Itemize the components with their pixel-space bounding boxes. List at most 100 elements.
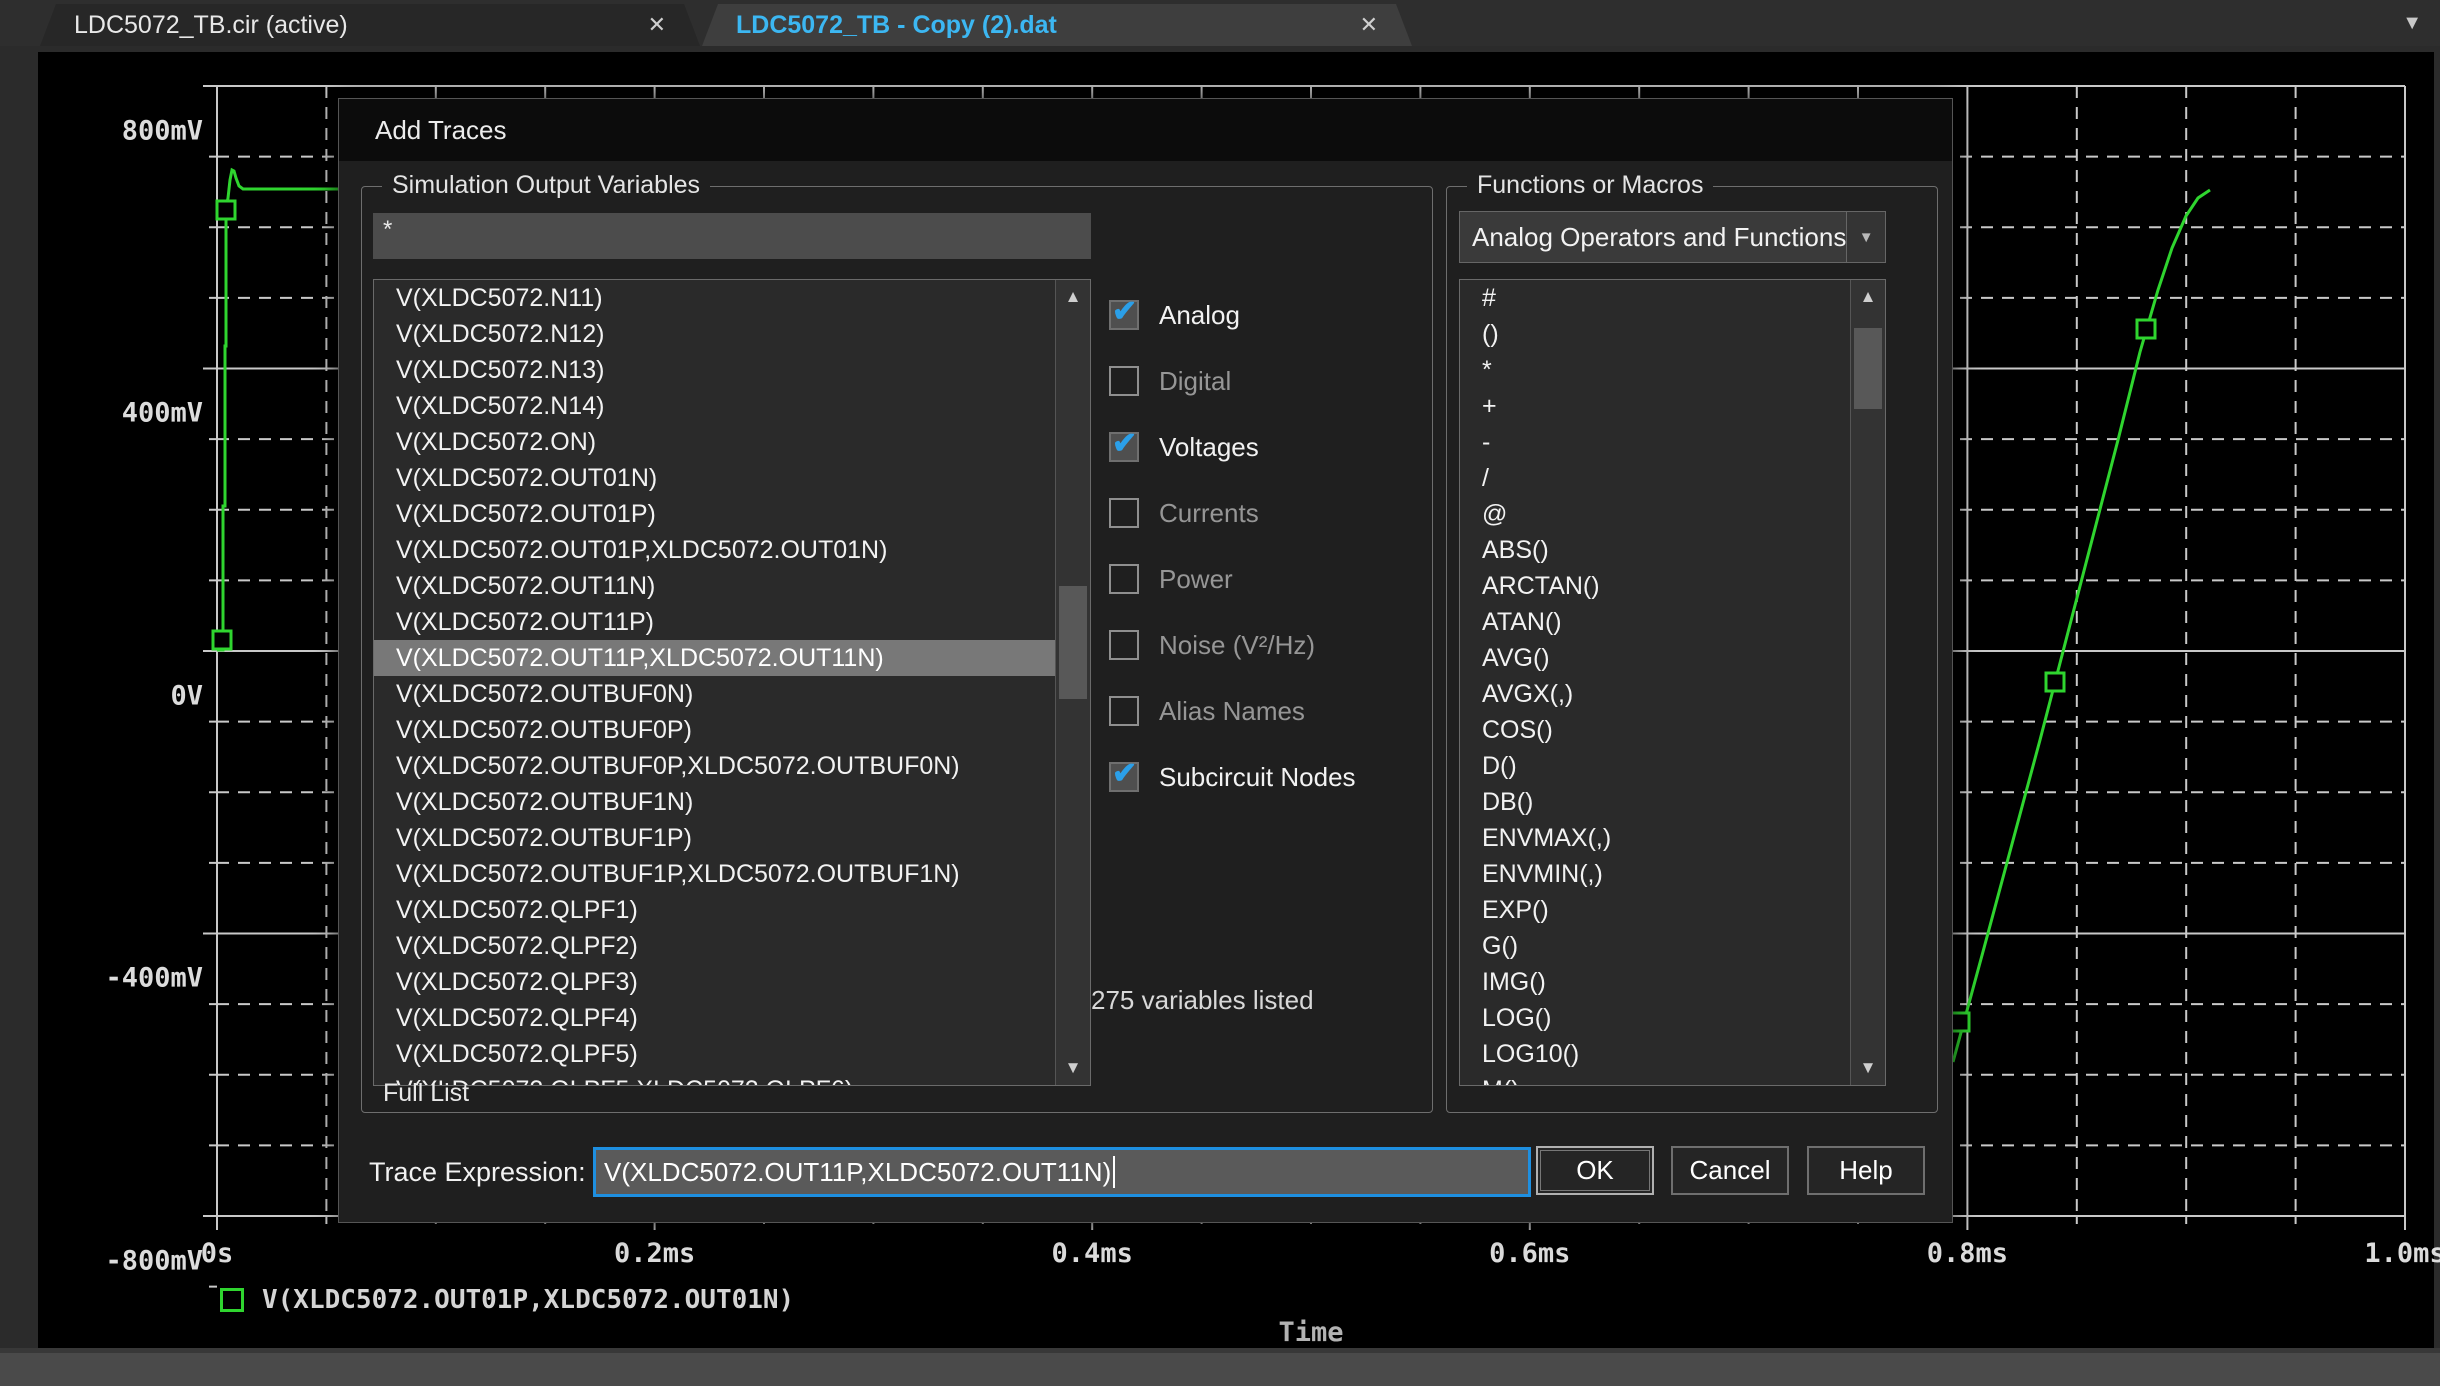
function-item[interactable]: ENVMAX(,) — [1460, 820, 1851, 856]
x-axis-title: Time — [1278, 1317, 1343, 1348]
scroll-thumb[interactable] — [1059, 586, 1087, 699]
function-item[interactable]: G() — [1460, 928, 1851, 964]
variable-item[interactable]: V(XLDC5072.QLPF5) — [374, 1036, 1056, 1072]
y-tick-label: 400mV — [122, 397, 203, 428]
variable-filter-input[interactable]: * — [373, 213, 1091, 259]
checkbox-icon[interactable]: ✔ — [1109, 630, 1139, 660]
ok-button[interactable]: OK — [1536, 1146, 1654, 1195]
checkbox-row[interactable]: ✔ Currents — [1109, 496, 1439, 530]
function-item[interactable]: COS() — [1460, 712, 1851, 748]
function-category-dropdown[interactable]: Analog Operators and Functions ▼ — [1459, 211, 1886, 263]
function-item[interactable]: ABS() — [1460, 532, 1851, 568]
function-item[interactable]: LOG() — [1460, 1000, 1851, 1036]
checkbox-row[interactable]: ✔ Analog — [1109, 298, 1439, 332]
chevron-down-icon[interactable]: ▼ — [1846, 212, 1885, 262]
variable-item[interactable]: V(XLDC5072.OUTBUF1P) — [374, 820, 1056, 856]
tab-cir-file[interactable]: LDC5072_TB.cir (active) ✕ — [40, 4, 700, 46]
variable-item[interactable]: V(XLDC5072.ON) — [374, 424, 1056, 460]
scroll-down-icon[interactable]: ▼ — [1056, 1051, 1090, 1085]
function-item[interactable]: @ — [1460, 496, 1851, 532]
checkmark-icon: ✔ — [1112, 756, 1137, 791]
function-item[interactable]: * — [1460, 352, 1851, 388]
function-item[interactable]: M() — [1460, 1072, 1851, 1085]
variable-item[interactable]: V(XLDC5072.QLPF4) — [374, 1000, 1056, 1036]
variables-scrollbar[interactable]: ▲ ▼ — [1055, 280, 1090, 1085]
y-tick-label: 0V — [170, 680, 203, 711]
variable-item[interactable]: V(XLDC5072.OUT01P) — [374, 496, 1056, 532]
trace-expression-input[interactable]: V(XLDC5072.OUT11P,XLDC5072.OUT11N) — [593, 1147, 1531, 1197]
variable-item[interactable]: V(XLDC5072.QLPF3) — [374, 964, 1056, 1000]
close-icon[interactable]: ✕ — [1360, 12, 1378, 38]
function-item[interactable]: LOG10() — [1460, 1036, 1851, 1072]
close-icon[interactable]: ✕ — [648, 12, 666, 38]
function-item[interactable]: AVG() — [1460, 640, 1851, 676]
variable-item[interactable]: V(XLDC5072.N12) — [374, 316, 1056, 352]
functions-scrollbar[interactable]: ▲ ▼ — [1850, 280, 1885, 1085]
function-item[interactable]: # — [1460, 280, 1851, 316]
x-tick-label: 0.8ms — [1927, 1238, 2008, 1269]
tab-dat-label: LDC5072_TB - Copy (2).dat — [736, 11, 1057, 40]
checkbox-label: Voltages — [1159, 432, 1259, 463]
checkbox-icon[interactable]: ✔ — [1109, 696, 1139, 726]
function-item[interactable]: EXP() — [1460, 892, 1851, 928]
x-tick-label: 0.6ms — [1489, 1238, 1570, 1269]
checkbox-icon[interactable]: ✔ — [1109, 432, 1139, 462]
variable-item[interactable]: V(XLDC5072.QLPF5,XLDC5072.QLPF6) — [374, 1072, 1056, 1085]
text-caret — [1113, 1156, 1115, 1188]
function-item[interactable]: - — [1460, 424, 1851, 460]
checkbox-icon[interactable]: ✔ — [1109, 300, 1139, 330]
variable-item[interactable]: V(XLDC5072.N13) — [374, 352, 1056, 388]
variable-item[interactable]: V(XLDC5072.OUT11N) — [374, 568, 1056, 604]
help-button[interactable]: Help — [1807, 1146, 1925, 1195]
function-item[interactable]: ARCTAN() — [1460, 568, 1851, 604]
variable-item[interactable]: V(XLDC5072.OUTBUF0P) — [374, 712, 1056, 748]
checkbox-icon[interactable]: ✔ — [1109, 498, 1139, 528]
function-item[interactable]: AVGX(,) — [1460, 676, 1851, 712]
legend-label: V(XLDC5072.OUT01P,XLDC5072.OUT01N) — [262, 1285, 794, 1315]
variable-item[interactable]: V(XLDC5072.OUT11P,XLDC5072.OUT11N) — [374, 640, 1056, 676]
cancel-button[interactable]: Cancel — [1671, 1146, 1789, 1195]
variable-item[interactable]: V(XLDC5072.QLPF2) — [374, 928, 1056, 964]
function-item[interactable]: IMG() — [1460, 964, 1851, 1000]
add-traces-dialog: Add Traces Simulation Output Variables F… — [338, 98, 1953, 1223]
dialog-title[interactable]: Add Traces — [339, 99, 1952, 161]
variable-item[interactable]: V(XLDC5072.N14) — [374, 388, 1056, 424]
function-item[interactable]: ATAN() — [1460, 604, 1851, 640]
function-item[interactable]: DB() — [1460, 784, 1851, 820]
trace-expression-label: Trace Expression: — [369, 1147, 586, 1197]
variable-item[interactable]: V(XLDC5072.OUT01N) — [374, 460, 1056, 496]
full-list-label[interactable]: Full List — [383, 1079, 469, 1108]
y-tick-label: -800mV — [105, 1245, 203, 1276]
scroll-down-icon[interactable]: ▼ — [1851, 1051, 1885, 1085]
function-item[interactable]: D() — [1460, 748, 1851, 784]
checkbox-icon[interactable]: ✔ — [1109, 564, 1139, 594]
checkbox-row[interactable]: ✔ Voltages — [1109, 430, 1439, 464]
scroll-up-icon[interactable]: ▲ — [1056, 280, 1090, 314]
checkbox-row[interactable]: ✔ Digital — [1109, 364, 1439, 398]
checkbox-icon[interactable]: ✔ — [1109, 762, 1139, 792]
checkbox-row[interactable]: ✔ Alias Names — [1109, 694, 1439, 728]
function-item[interactable]: + — [1460, 388, 1851, 424]
variable-item[interactable]: V(XLDC5072.OUT11P) — [374, 604, 1056, 640]
variable-item[interactable]: V(XLDC5072.N11) — [374, 280, 1056, 316]
variable-item[interactable]: V(XLDC5072.OUTBUF1N) — [374, 784, 1056, 820]
variable-item[interactable]: V(XLDC5072.OUTBUF0P,XLDC5072.OUTBUF0N) — [374, 748, 1056, 784]
scroll-up-icon[interactable]: ▲ — [1851, 280, 1885, 314]
variable-item[interactable]: V(XLDC5072.OUTBUF1P,XLDC5072.OUTBUF1N) — [374, 856, 1056, 892]
function-item[interactable]: () — [1460, 316, 1851, 352]
checkbox-label: Currents — [1159, 498, 1259, 529]
function-item[interactable]: ENVMIN(,) — [1460, 856, 1851, 892]
checkbox-icon[interactable]: ✔ — [1109, 366, 1139, 396]
tab-overflow-icon[interactable]: ▼ — [2402, 12, 2422, 35]
function-item[interactable]: / — [1460, 460, 1851, 496]
checkbox-row[interactable]: ✔ Noise (V²/Hz) — [1109, 628, 1439, 662]
variable-item[interactable]: V(XLDC5072.OUTBUF0N) — [374, 676, 1056, 712]
checkbox-row[interactable]: ✔ Subcircuit Nodes — [1109, 760, 1439, 794]
trace-expression-value: V(XLDC5072.OUT11P,XLDC5072.OUT11N) — [604, 1157, 1111, 1188]
checkbox-row[interactable]: ✔ Power — [1109, 562, 1439, 596]
scroll-thumb[interactable] — [1854, 328, 1882, 409]
tab-dat-file[interactable]: LDC5072_TB - Copy (2).dat ✕ — [702, 4, 1412, 46]
variable-item[interactable]: V(XLDC5072.QLPF1) — [374, 892, 1056, 928]
trace-legend[interactable]: V(XLDC5072.OUT01P,XLDC5072.OUT01N) — [220, 1285, 794, 1315]
variable-item[interactable]: V(XLDC5072.OUT01P,XLDC5072.OUT01N) — [374, 532, 1056, 568]
